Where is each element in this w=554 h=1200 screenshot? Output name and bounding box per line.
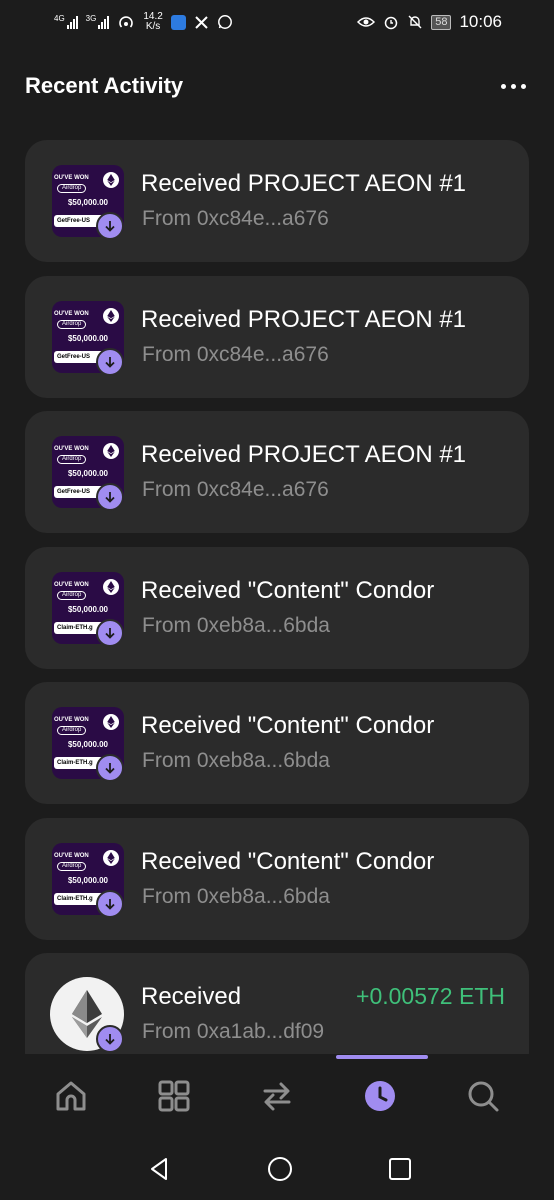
activity-amount: +0.00572 ETH [356,983,505,1009]
thumb-amount-text: $50,000.00 [67,740,109,749]
ethereum-icon [103,578,119,595]
activity-item[interactable]: Received +0.00572 ETH From 0xa1ab...df09 [25,953,529,1054]
receive-arrow-icon [96,1025,124,1053]
activity-from: From 0xa1ab...df09 [142,1020,325,1043]
signal-4g-label: 4G [54,14,65,23]
network-speed: 14.2 K/s [143,12,162,32]
status-right: 58 10:06 [357,12,502,32]
thumb-airdrop-text: Airdrop [57,455,87,464]
receive-arrow-icon [96,889,124,918]
signal-3g-label: 3G [85,14,97,23]
thumb-won-text: OU'VE WON [54,310,89,317]
activity-from: From 0xc84e...a676 [142,207,329,230]
page-header: Recent Activity [0,60,554,112]
activity-from: From 0xc84e...a676 [142,478,329,501]
activity-title: Received PROJECT AEON #1 [141,305,467,333]
back-icon[interactable] [146,1155,174,1183]
ethereum-icon [103,714,119,730]
thumb-airdrop-text: Airdrop [57,184,87,193]
activity-from: From 0xeb8a...6bda [142,749,330,772]
active-tab-indicator [336,1055,428,1059]
thumb-won-text: OU'VE WON [54,446,89,452]
alarm-icon [384,16,398,30]
page-title: Recent Activity [25,73,184,98]
receive-arrow-icon [96,483,124,511]
thumb-amount-text: $50,000.00 [67,198,109,207]
whatsapp-icon [217,15,232,29]
activity-item[interactable]: OU'VE WON Airdrop $50,000.00 Claim-ETH.g… [25,682,529,804]
receive-arrow-icon [96,212,124,240]
activity-item[interactable]: OU'VE WON Airdrop $50,000.00 Claim-ETH.g… [25,817,529,940]
ethereum-icon [103,307,119,324]
more-dot-icon [501,83,506,89]
swap-icon [263,1082,291,1111]
thumb-amount-text: $50,000.00 [67,333,109,343]
hotspot-icon [119,16,134,28]
thumb-won-text: OU'VE WON [54,175,89,181]
ethereum-icon [103,172,119,188]
activity-title: Received PROJECT AEON #1 [141,170,467,197]
speed-unit: K/s [145,21,161,32]
thumb-airdrop-text: Airdrop [57,726,87,735]
signal-3g-icon: 3G [86,15,110,29]
more-dot-icon [511,83,516,89]
x-app-icon [195,15,208,29]
mute-bell-icon [408,15,422,29]
shield-app-icon [170,14,186,30]
activity-title: Received [141,983,242,1010]
nav-activity[interactable] [350,1066,410,1126]
status-bar: 4G 3G 14.2 K/s 58 10:06 [0,0,554,44]
grid-icon [158,1080,190,1112]
battery-indicator: 58 [431,14,452,30]
thumb-airdrop-text: Airdrop [57,319,87,329]
receive-arrow-icon [96,754,124,782]
clock-time: 10:06 [459,12,502,31]
activity-from: From 0xeb8a...6bda [142,884,330,908]
thumb-amount-text: $50,000.00 [67,604,109,614]
thumb-airdrop-text: Airdrop [57,590,87,600]
activity-title: Received "Content" Condor [141,576,435,604]
status-left: 4G 3G 14.2 K/s [54,12,233,32]
eye-icon [357,17,376,27]
signal-4g-icon: 4G [54,15,78,29]
thumb-won-text: OU'VE WON [54,717,89,723]
activity-list[interactable]: OU'VE WON Airdrop $50,000.00 GetFree-US … [25,140,529,1054]
activity-item[interactable]: OU'VE WON Airdrop $50,000.00 GetFree-US … [25,140,529,262]
nav-collectibles[interactable] [144,1066,204,1126]
activity-item[interactable]: OU'VE WON Airdrop $50,000.00 Claim-ETH.g… [25,546,529,669]
recents-icon[interactable] [386,1155,414,1183]
receive-arrow-icon [96,618,124,647]
thumb-won-text: OU'VE WON [54,852,89,859]
ethereum-icon [103,443,119,459]
nav-home[interactable] [41,1066,101,1126]
activity-title: Received "Content" Condor [141,712,435,739]
thumb-airdrop-text: Airdrop [57,861,87,871]
system-navigation [0,1137,554,1200]
receive-arrow-icon [96,347,124,376]
search-icon [468,1081,499,1112]
bottom-navigation [0,1055,554,1137]
activity-from: From 0xeb8a...6bda [142,613,330,637]
clock-icon [364,1081,395,1111]
nav-search[interactable] [453,1066,513,1126]
thumb-amount-text: $50,000.00 [67,469,109,478]
thumb-won-text: OU'VE WON [54,581,89,588]
more-dot-icon [521,83,526,89]
nav-swap[interactable] [247,1066,307,1126]
ethereum-icon [103,849,119,866]
activity-title: Received PROJECT AEON #1 [141,441,467,468]
activity-item[interactable]: OU'VE WON Airdrop $50,000.00 GetFree-US … [25,275,529,398]
thumb-amount-text: $50,000.00 [67,875,109,885]
home-icon [56,1081,86,1111]
home-circle-icon[interactable] [266,1155,294,1183]
activity-item[interactable]: OU'VE WON Airdrop $50,000.00 GetFree-US … [25,411,529,533]
more-options-button[interactable] [501,83,526,89]
activity-from: From 0xc84e...a676 [142,342,329,366]
activity-title: Received "Content" Condor [141,847,435,875]
